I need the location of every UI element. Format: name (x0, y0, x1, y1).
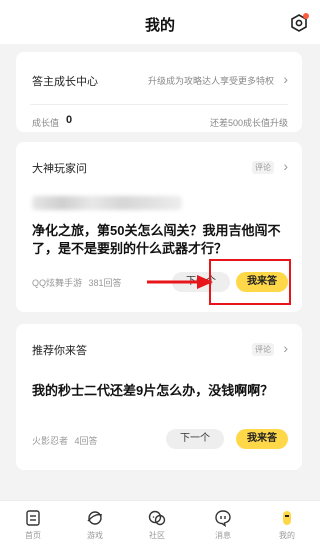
planet-icon (87, 511, 103, 525)
section-title: 推荐你来答 (32, 345, 87, 357)
app-header: 我的 (0, 0, 320, 44)
tab-label: 首页 (25, 531, 41, 540)
chevron-right-icon: › (283, 340, 288, 356)
question-text[interactable]: 我的秒士二代还差9片怎么办，没钱啊啊？ (32, 382, 286, 400)
question-card-header[interactable]: 大神玩家问 评论 › (32, 158, 288, 176)
tab-label: 游戏 (87, 531, 103, 540)
game-name: QQ炫舞手游 (32, 278, 83, 288)
tab-label: 消息 (215, 531, 231, 540)
section-title: 大神玩家问 (32, 163, 87, 175)
answer-count: 381回答 (88, 278, 122, 288)
annotation-highlight-box (209, 259, 291, 305)
blurred-user-info (32, 196, 182, 210)
question-meta: 火影忍者 4回答 (32, 434, 98, 447)
growth-center-row[interactable]: 答主成长中心 升级成为攻略达人享受更多特权 › (32, 70, 288, 90)
tab-messages[interactable]: 消息 (198, 509, 248, 549)
comment-badge: 评论 (252, 343, 274, 356)
tab-home[interactable]: 首页 (8, 509, 58, 549)
growth-center-label: 答主成长中心 (32, 76, 98, 88)
comment-badge: 评论 (252, 161, 274, 174)
annotation-arrow-icon (147, 275, 213, 289)
question-meta: QQ炫舞手游 381回答 (32, 276, 122, 289)
level-label: 成长值 (32, 118, 60, 128)
growth-card: 答主成长中心 升级成为攻略达人享受更多特权 › 成长值 0 还差500成长值升级 (16, 52, 302, 132)
doc-icon (26, 510, 40, 526)
growth-level-row: 成长值 0 还差500成长值升级 (32, 114, 288, 132)
settings-icon[interactable] (290, 13, 309, 32)
page-title: 我的 (144, 17, 175, 34)
game-name: 火影忍者 (32, 436, 69, 446)
tab-games[interactable]: 游戏 (70, 509, 120, 549)
profile-icon (283, 511, 291, 525)
level-value: 0 (66, 114, 73, 126)
answer-count: 4回答 (74, 436, 98, 446)
next-question-button[interactable]: 下一个 (166, 429, 224, 449)
notification-dot (303, 13, 309, 19)
divider (30, 104, 288, 105)
question-card-2: 推荐你来答 评论 › 我的秒士二代还差9片怎么办，没钱啊啊？ 火影忍者 4回答 … (16, 324, 302, 470)
tab-label: 社区 (149, 531, 165, 540)
question-text[interactable]: 净化之旅，第50关怎么闯关？我用吉他闯不了，是不是要别的什么武器才行？ (32, 222, 286, 258)
chevron-right-icon: › (283, 158, 288, 174)
tab-community[interactable]: 社区 (132, 509, 182, 549)
bottom-tab-bar: 首页 游戏 社区 消息 我的 (0, 500, 320, 552)
message-icon (215, 510, 231, 527)
tab-profile[interactable]: 我的 (262, 509, 312, 549)
chat-group-icon (148, 510, 166, 526)
level-hint: 还差500成长值升级 (209, 118, 288, 128)
answer-button[interactable]: 我来答 (236, 429, 288, 449)
chevron-right-icon: › (283, 71, 288, 87)
growth-center-hint: 升级成为攻略达人享受更多特权 (147, 76, 274, 86)
question-card-header[interactable]: 推荐你来答 评论 › (32, 340, 288, 358)
tab-label: 我的 (279, 531, 295, 540)
